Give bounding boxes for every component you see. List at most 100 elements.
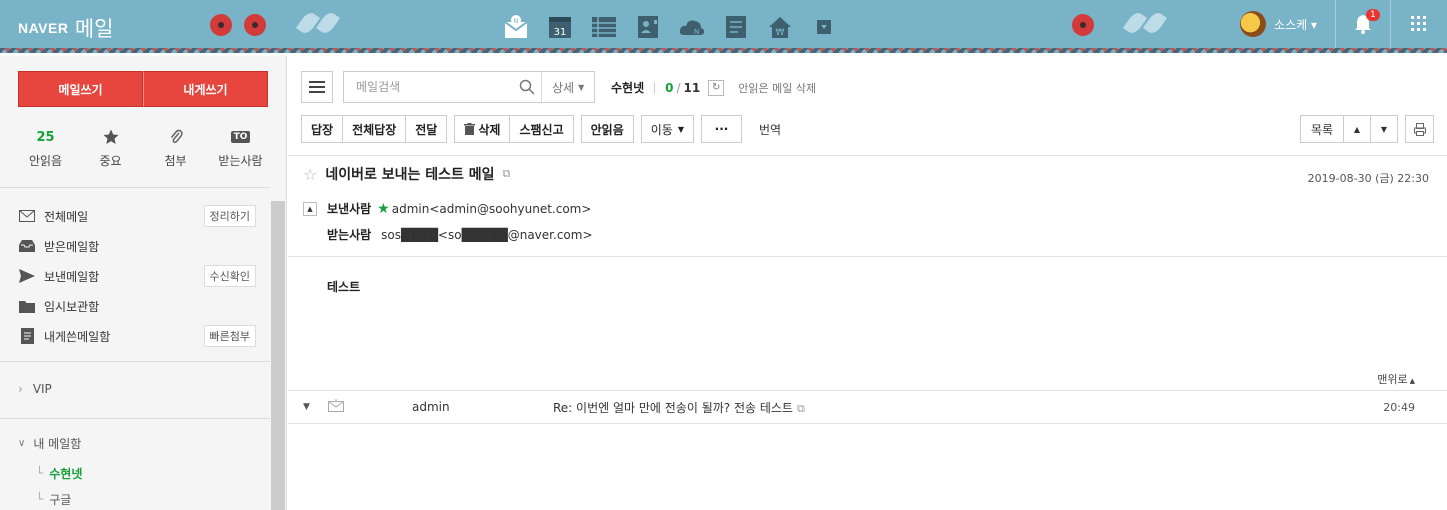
- notifications-button[interactable]: 1: [1336, 0, 1390, 48]
- collapse-header-toggle[interactable]: ▲: [303, 201, 317, 216]
- mail-search: 상세▼: [343, 71, 595, 103]
- folder-icon: [18, 297, 36, 315]
- compose-buttons: 메일쓰기 내게쓰기: [18, 71, 268, 107]
- svg-text:N: N: [694, 28, 699, 36]
- memo-icon[interactable]: [720, 12, 752, 42]
- recipient-address[interactable]: sos████<so█████@naver.com>: [381, 228, 592, 242]
- message-subject-row: ☆ 네이버로 보내는 테스트 메일 ⧉: [303, 164, 510, 184]
- app-grid-button[interactable]: [1391, 0, 1447, 48]
- leaf-decoration: [295, 9, 341, 37]
- search-detail-dropdown[interactable]: 상세 ▼: [541, 72, 594, 102]
- quick-attach-button[interactable]: 빠른첨부: [203, 325, 256, 347]
- account-status: 수현넷 0 / 11 ↻ 안읽은 메일 삭제: [611, 79, 817, 96]
- folder-self[interactable]: 내게쓴메일함 빠른첨부: [18, 321, 258, 351]
- unread-count: 25: [36, 129, 55, 145]
- message-toolbar: 답장 전체답장 전달 삭제 스팸신고 안읽음 이동 ▼ ··· 번역: [301, 115, 781, 143]
- svg-text:N: N: [514, 18, 519, 25]
- account-name: 수현넷: [611, 81, 645, 95]
- star-icon: [83, 128, 138, 146]
- thread-sender: admin: [412, 400, 450, 414]
- sidebar: 메일쓰기 내게쓰기 25 안읽음 중요 첨부 TO 받는사람 전체메일 정리하기…: [0, 56, 287, 510]
- star-icon[interactable]: ☆: [303, 165, 317, 184]
- svg-text:31: 31: [554, 27, 567, 38]
- refresh-icon[interactable]: ↻: [708, 79, 725, 96]
- hamburger-icon: [309, 81, 325, 93]
- mail-view: 상세▼ 수현넷 0 / 11 ↻ 안읽은 메일 삭제 답장 전체답장 전달 삭제…: [288, 56, 1447, 510]
- expand-arrow-icon[interactable]: ▼: [303, 402, 310, 412]
- address-book-icon[interactable]: [632, 12, 664, 42]
- sender-row: ▲ 보낸사람 ★ admin<admin@soohyunet.com>: [303, 200, 591, 217]
- quick-unread[interactable]: 25 안읽음: [18, 128, 73, 169]
- calendar-icon[interactable]: 31: [544, 12, 576, 42]
- vip-star-icon: ★: [377, 200, 390, 217]
- cloud-icon[interactable]: N: [676, 12, 708, 42]
- envelope-icon: [328, 399, 344, 415]
- reply-button[interactable]: 답장: [301, 115, 344, 143]
- money-home-icon[interactable]: ₩: [764, 12, 796, 42]
- delete-button[interactable]: 삭제: [454, 115, 511, 143]
- quick-attachment[interactable]: 첨부: [148, 128, 203, 169]
- folder-inbox[interactable]: 받은메일함: [18, 231, 258, 261]
- spam-button[interactable]: 스팸신고: [510, 115, 574, 143]
- folder-sent[interactable]: 보낸메일함 수신확인: [18, 261, 258, 291]
- read-receipt-button[interactable]: 수신확인: [203, 265, 256, 287]
- folder-drafts[interactable]: 임시보관함: [18, 291, 258, 321]
- total-counter: 11: [683, 80, 701, 95]
- mark-unread-button[interactable]: 안읽음: [580, 115, 634, 143]
- search-icon[interactable]: [513, 72, 541, 102]
- sender-address[interactable]: admin<admin@soohyunet.com>: [392, 202, 592, 216]
- previous-mail-button[interactable]: ▲: [1344, 115, 1371, 143]
- note-icon: [18, 327, 36, 345]
- print-button[interactable]: [1405, 115, 1434, 143]
- more-button[interactable]: ···: [701, 115, 742, 143]
- next-mail-button[interactable]: ▼: [1371, 115, 1398, 143]
- compose-button[interactable]: 메일쓰기: [18, 71, 143, 107]
- leaf-decoration: [1122, 9, 1168, 37]
- my-mailbox-toggle[interactable]: ∨ 내 메일함: [18, 435, 82, 452]
- message-subject: 네이버로 보내는 테스트 메일: [325, 167, 495, 183]
- reply-all-button[interactable]: 전체답장: [343, 115, 407, 143]
- contacts-list-icon[interactable]: [588, 12, 620, 42]
- inbox-icon: [18, 237, 36, 255]
- cleanup-button[interactable]: 정리하기: [203, 205, 256, 227]
- top-header: NAVER 메일 N 31 N ₩ 소스케 ▾ 1: [0, 0, 1447, 56]
- search-input[interactable]: [344, 72, 514, 102]
- flower-decoration: [1072, 14, 1094, 39]
- my-mailbox-section: ∨ 내 메일함 └ 수현넷 └ 구글: [18, 435, 82, 510]
- more-apps-icon[interactable]: [808, 12, 840, 42]
- self-compose-button[interactable]: 내게쓰기: [143, 71, 268, 107]
- recipient-row: 받는사람 sos████<so█████@naver.com>: [327, 227, 593, 243]
- naver-mail-logo[interactable]: NAVER 메일: [18, 13, 113, 43]
- external-link-icon[interactable]: ⧉: [503, 167, 511, 181]
- message-body: 테스트: [327, 280, 361, 294]
- vip-folder[interactable]: › VIP: [18, 382, 52, 396]
- paperclip-icon: [148, 128, 203, 146]
- quick-filters: 25 안읽음 중요 첨부 TO 받는사람: [18, 128, 268, 169]
- list-button[interactable]: 목록: [1300, 115, 1344, 143]
- send-icon: [18, 267, 36, 285]
- mailbox-soohyunet[interactable]: └ 수현넷: [18, 460, 82, 486]
- avatar[interactable]: [1240, 11, 1267, 37]
- translate-link[interactable]: 번역: [759, 121, 781, 138]
- trash-icon: [464, 123, 476, 135]
- menu-button[interactable]: [301, 71, 333, 103]
- message-date: 2019-08-30 (금) 22:30: [1307, 172, 1429, 185]
- thread-item[interactable]: ▼ admin Re: 이번엔 얼마 만에 전송이 될까? 전송 테스트 ⧉ 20…: [288, 391, 1447, 423]
- thread-time: 20:49: [1383, 400, 1415, 414]
- thread-subject[interactable]: Re: 이번엔 얼마 만에 전송이 될까? 전송 테스트 ⧉: [553, 399, 805, 416]
- mail-app-icon[interactable]: N: [500, 12, 532, 42]
- chevron-right-icon: ›: [18, 382, 23, 396]
- grid-icon: [1411, 16, 1426, 31]
- mailbox-google[interactable]: └ 구글: [18, 486, 82, 510]
- folder-all-mail[interactable]: 전체메일 정리하기: [18, 201, 258, 231]
- forward-button[interactable]: 전달: [406, 115, 448, 143]
- user-menu[interactable]: 소스케 ▾: [1274, 16, 1317, 33]
- brand-label: NAVER: [18, 20, 69, 36]
- to-icon: TO: [213, 128, 268, 146]
- move-dropdown[interactable]: 이동 ▼: [640, 115, 694, 143]
- scroll-to-top-link[interactable]: 맨위로 ▲: [1377, 371, 1415, 387]
- quick-important[interactable]: 중요: [83, 128, 138, 169]
- sidebar-scrollbar[interactable]: [271, 201, 285, 510]
- delete-unread-link[interactable]: 안읽은 메일 삭제: [738, 80, 816, 96]
- quick-to-me[interactable]: TO 받는사람: [213, 128, 268, 169]
